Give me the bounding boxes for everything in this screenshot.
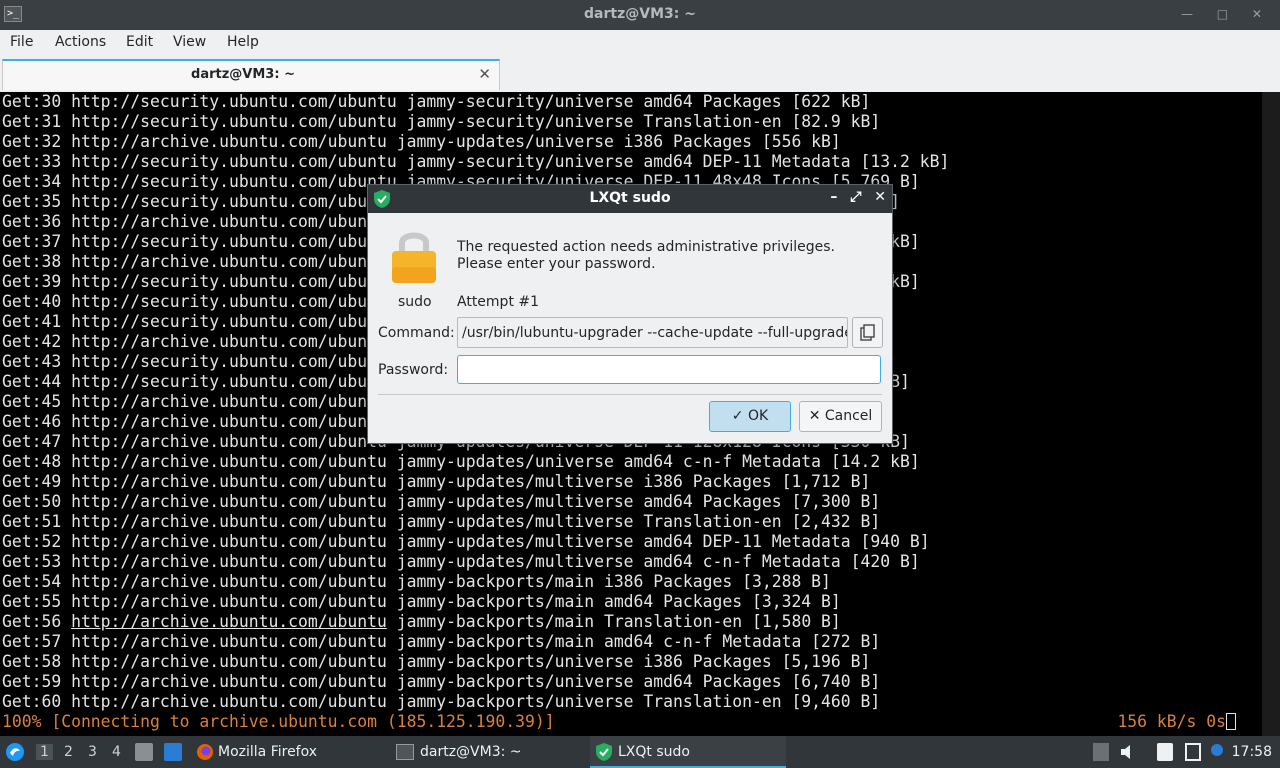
network-icon[interactable] (1185, 743, 1201, 761)
terminal-line: Get:58 http://archive.ubuntu.com/ubuntu … (2, 652, 871, 671)
terminal-line: Get:33 http://security.ubuntu.com/ubuntu… (2, 152, 950, 171)
task-label: dartz@VM3: ~ (420, 744, 522, 760)
terminal-line: Get:52 http://archive.ubuntu.com/ubuntu … (2, 532, 930, 551)
message-line-2: Please enter your password. (457, 256, 656, 272)
tab-close-icon[interactable]: ✕ (478, 65, 491, 83)
show-desktop-icon[interactable] (164, 743, 182, 761)
terminal-line: Get:57 http://archive.ubuntu.com/ubuntu … (2, 632, 881, 651)
command-label: Command: (378, 325, 455, 341)
workspace-3[interactable]: 3 (88, 744, 97, 760)
start-menu-icon[interactable] (5, 742, 25, 762)
cancel-label: Cancel (824, 408, 873, 424)
terminal-line: Get:38 http://archive.ubuntu.com/ubun (2, 252, 368, 271)
notification-icon[interactable] (1211, 744, 1223, 756)
terminal-cursor (1226, 713, 1236, 730)
terminal-line: Get:31 http://security.ubuntu.com/ubuntu… (2, 112, 881, 131)
terminal-line: Get:36 http://archive.ubuntu.com/ubun (2, 212, 368, 231)
terminal-line: Get:51 http://archive.ubuntu.com/ubuntu … (2, 512, 881, 531)
minimize-icon[interactable]: – (830, 189, 837, 205)
clipboard-icon[interactable] (1157, 743, 1173, 761)
command-field[interactable]: /usr/bin/lubuntu-upgrader --cache-update… (457, 317, 848, 348)
terminal-line-56: Get:56 http://archive.ubuntu.com/ubuntu … (2, 612, 841, 632)
terminal-line: Get:32 http://archive.ubuntu.com/ubuntu … (2, 132, 841, 151)
terminal-line: Get:30 http://security.ubuntu.com/ubuntu… (2, 92, 871, 111)
maximize-icon[interactable]: ⤢ (850, 189, 861, 205)
password-label: Password: (378, 362, 449, 378)
tray-arrow-icon[interactable] (1093, 743, 1109, 761)
terminal-icon (396, 744, 414, 760)
menu-file[interactable]: File (10, 34, 33, 50)
terminal-line-prefix: Get:56 (2, 612, 72, 631)
menu-help[interactable]: Help (227, 34, 259, 50)
menu-edit[interactable]: Edit (126, 34, 153, 50)
sudo-dialog: LXQt sudo – ⤢ ✕ sudo The requested actio… (367, 184, 893, 444)
dialog-separator (378, 394, 882, 395)
tab-terminal[interactable]: dartz@VM3: ~ ✕ (2, 59, 500, 90)
copy-icon (860, 324, 875, 341)
terminal-line: Get:50 http://archive.ubuntu.com/ubuntu … (2, 492, 881, 511)
firefox-icon (197, 744, 213, 760)
apt-rate-text: 156 kB/s 0s (1117, 712, 1226, 731)
cancel-x-icon: ✕ (808, 408, 821, 424)
terminal-line: Get:48 http://archive.ubuntu.com/ubuntu … (2, 452, 920, 471)
workspace-2[interactable]: 2 (64, 744, 73, 760)
file-manager-icon[interactable] (135, 743, 153, 761)
terminal-line: Get:59 http://archive.ubuntu.com/ubuntu … (2, 672, 881, 691)
terminal-line: Get:43 http://security.ubuntu.com/ubu (2, 352, 368, 371)
lock-icon (392, 232, 436, 283)
task-lxqt-sudo[interactable]: LXQt sudo (590, 736, 786, 768)
check-icon: ✓ (731, 408, 744, 424)
clock[interactable]: 17:58 (1232, 744, 1272, 760)
dialog-window-controls: – ⤢ ✕ (822, 189, 886, 205)
workspace-1[interactable]: 1 (36, 744, 53, 760)
apt-status-rate: 156 kB/s 0s (1117, 712, 1236, 732)
ok-button[interactable]: ✓ OK (709, 401, 791, 432)
menubar: File Actions Edit View Help (0, 30, 1280, 56)
terminal-line: Get:53 http://archive.ubuntu.com/ubuntu … (2, 552, 920, 571)
terminal-line: Get:54 http://archive.ubuntu.com/ubuntu … (2, 572, 831, 591)
message-line-1: The requested action needs administrativ… (457, 239, 835, 255)
sudo-icon-label: sudo (398, 294, 432, 310)
tab-label: dartz@VM3: ~ (191, 67, 295, 82)
task-firefox[interactable]: Mozilla Firefox (194, 736, 384, 768)
tab-bar: dartz@VM3: ~ ✕ (0, 56, 1280, 92)
terminal-line: Get:55 http://archive.ubuntu.com/ubuntu … (2, 592, 841, 611)
terminal-scrollbar[interactable] (1262, 92, 1280, 736)
close-icon[interactable]: ✕ (874, 189, 886, 205)
window-controls[interactable]: — □ ✕ (1181, 7, 1272, 21)
window-title: dartz@VM3: ~ (584, 6, 696, 22)
shield-check-icon (596, 743, 612, 761)
terminal-line: Get:49 http://archive.ubuntu.com/ubuntu … (2, 472, 871, 491)
cancel-button[interactable]: ✕ Cancel (799, 401, 882, 432)
dialog-titlebar: LXQt sudo – ⤢ ✕ (368, 185, 892, 213)
privilege-message: The requested action needs administrativ… (457, 239, 835, 273)
terminal-hover-link[interactable]: http://archive.ubuntu.com/ubuntu (71, 612, 387, 631)
terminal-line: Get:60 http://archive.ubuntu.com/ubuntu … (2, 692, 881, 711)
workspace-4[interactable]: 4 (112, 744, 121, 760)
password-field[interactable] (457, 355, 881, 384)
menu-view[interactable]: View (173, 34, 206, 50)
ok-label: OK (747, 408, 769, 424)
apt-status-line: 100% [Connecting to archive.ubuntu.com (… (2, 712, 555, 731)
copy-command-button[interactable] (852, 317, 883, 348)
task-label: LXQt sudo (618, 744, 690, 760)
task-label: Mozilla Firefox (218, 744, 318, 760)
attempt-label: Attempt #1 (457, 294, 540, 310)
terminal-line-suffix: jammy-backports/main Translation-en [1,5… (386, 612, 841, 631)
task-terminal[interactable]: dartz@VM3: ~ (394, 736, 584, 768)
volume-icon[interactable] (1119, 743, 1135, 761)
window-titlebar: >_ dartz@VM3: ~ — □ ✕ (0, 0, 1280, 30)
taskbar: 1 2 3 4 Mozilla Firefox dartz@VM3: ~ LXQ… (0, 736, 1280, 768)
dialog-title: LXQt sudo (589, 190, 671, 206)
menu-actions[interactable]: Actions (55, 34, 106, 50)
